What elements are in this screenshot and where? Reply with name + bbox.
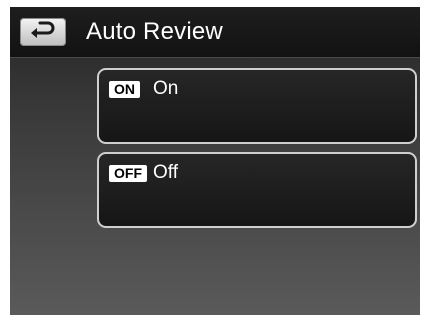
off-badge-icon: OFF <box>109 165 147 182</box>
page-title: Auto Review <box>86 18 223 45</box>
option-off[interactable]: OFF Off <box>97 152 417 228</box>
option-on[interactable]: ON On <box>97 68 417 144</box>
back-button[interactable] <box>20 18 66 46</box>
on-badge-icon: ON <box>109 81 140 98</box>
header-bar: Auto Review <box>10 7 420 58</box>
option-off-label: Off <box>153 162 178 183</box>
option-on-label: On <box>153 78 179 99</box>
return-arrow-icon <box>28 20 58 45</box>
camera-menu-screen: Auto Review ON On OFF Off <box>10 7 420 315</box>
